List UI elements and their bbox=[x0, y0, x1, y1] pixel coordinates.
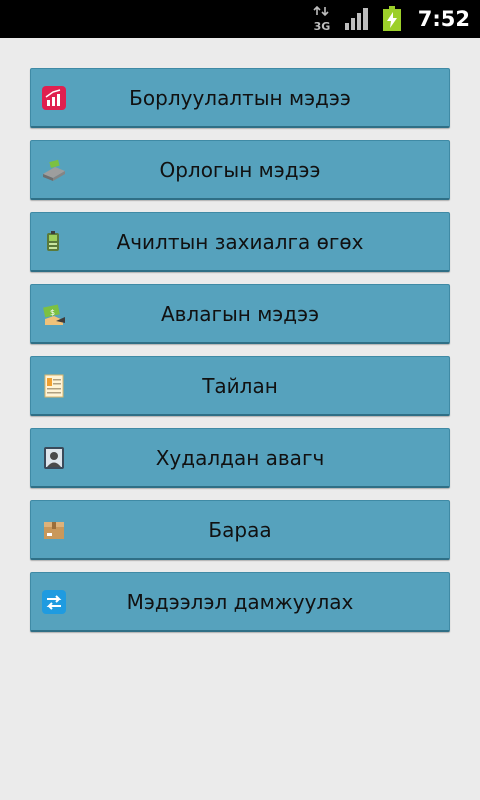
receivables-info-button[interactable]: $ Авлагын мэдээ bbox=[30, 284, 450, 344]
data-transfer-icon bbox=[42, 590, 66, 614]
products-button[interactable]: Бараа bbox=[30, 500, 450, 560]
products-label: Бараа bbox=[208, 517, 272, 542]
customer-icon bbox=[44, 447, 64, 469]
shipping-order-button[interactable]: Ачилтын захиалга өгөх bbox=[30, 212, 450, 272]
sales-info-label: Борлуулалтын мэдээ bbox=[129, 85, 351, 110]
clock: 7:52 bbox=[417, 7, 470, 31]
svg-text:$: $ bbox=[50, 308, 55, 317]
data-transfer-label: Мэдээлэл дамжуулах bbox=[126, 589, 354, 614]
main-menu: Борлуулалтын мэдээ Орлогын мэдээ Ачилтын… bbox=[30, 68, 450, 644]
shipping-order-icon bbox=[47, 231, 59, 251]
status-icons: 3G 7:52 bbox=[312, 0, 470, 38]
customer-button[interactable]: Худалдан авагч bbox=[30, 428, 450, 488]
shipping-order-label: Ачилтын захиалга өгөх bbox=[116, 229, 364, 254]
signal-strength-icon bbox=[344, 8, 368, 30]
sales-info-button[interactable]: Борлуулалтын мэдээ bbox=[30, 68, 450, 128]
report-icon bbox=[44, 374, 64, 398]
income-info-button[interactable]: Орлогын мэдээ bbox=[30, 140, 450, 200]
battery-charging-icon bbox=[382, 6, 401, 31]
report-button[interactable]: Тайлан bbox=[30, 356, 450, 416]
network-3g-icon: 3G bbox=[313, 6, 330, 32]
sales-chart-icon bbox=[42, 86, 66, 110]
status-bar: 3G 7:52 bbox=[0, 0, 480, 38]
receivables-info-label: Авлагын мэдээ bbox=[160, 301, 320, 326]
income-device-icon bbox=[43, 159, 65, 181]
product-box-icon bbox=[44, 522, 64, 539]
customer-label: Худалдан авагч bbox=[155, 445, 325, 470]
income-info-label: Орлогын мэдээ bbox=[159, 157, 321, 182]
receivables-icon: $ bbox=[43, 304, 65, 325]
data-transfer-button[interactable]: Мэдээлэл дамжуулах bbox=[30, 572, 450, 632]
network-type-label: 3G bbox=[313, 20, 330, 32]
report-label: Тайлан bbox=[202, 373, 278, 398]
